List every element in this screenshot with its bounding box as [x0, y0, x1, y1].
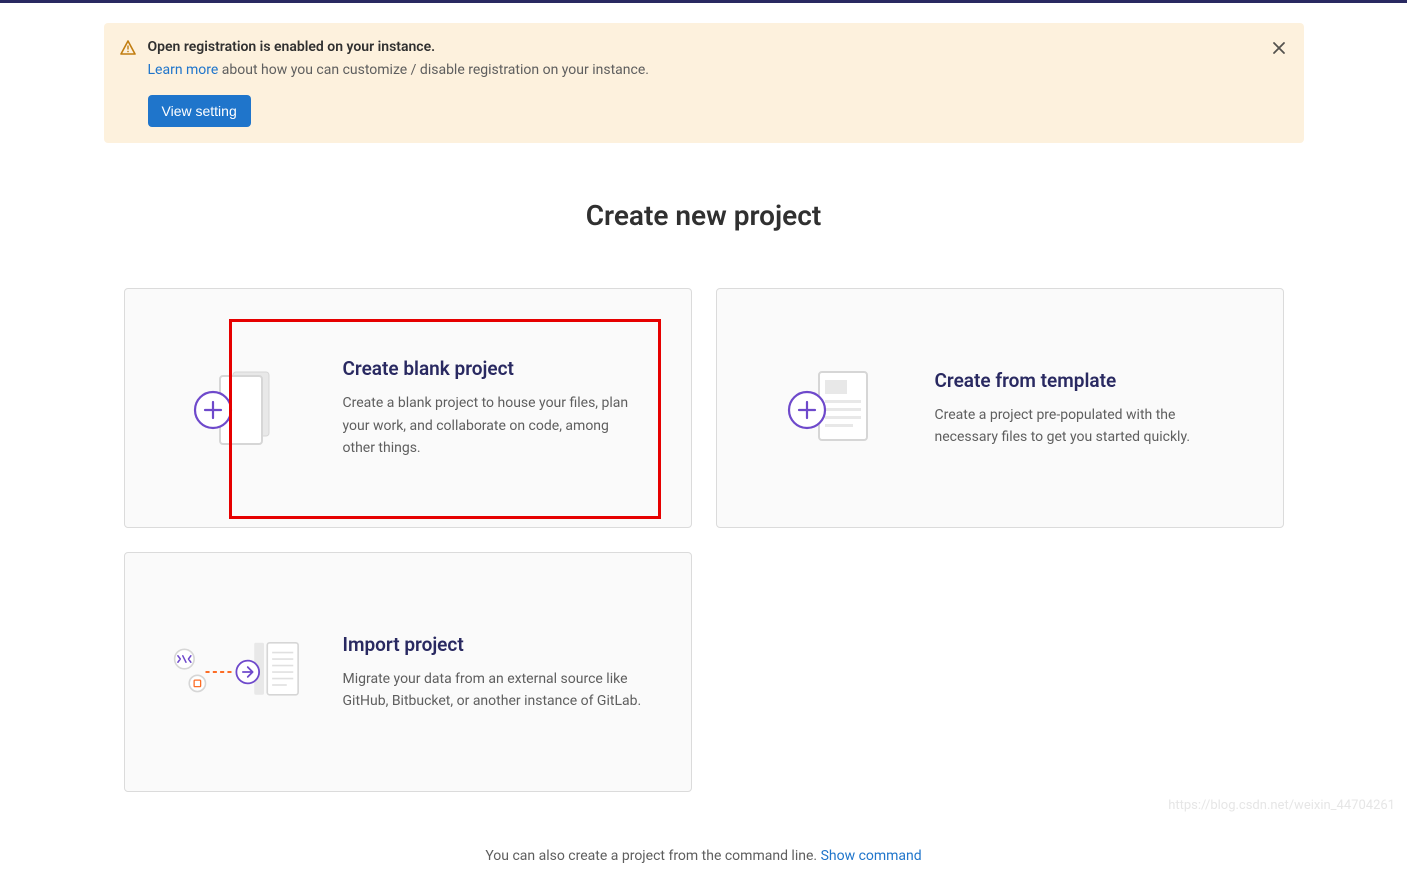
import-icon [173, 632, 303, 712]
registration-alert: Open registration is enabled on your ins… [104, 23, 1304, 143]
project-type-cards: Create blank project Create a blank proj… [124, 288, 1284, 792]
card-title: Create from template [935, 369, 1235, 392]
card-title: Import project [343, 633, 643, 656]
template-icon [765, 368, 895, 448]
alert-title: Open registration is enabled on your ins… [148, 39, 1288, 55]
close-alert-button[interactable] [1270, 39, 1288, 57]
create-blank-project-card[interactable]: Create blank project Create a blank proj… [124, 288, 692, 528]
page-title: Create new project [104, 199, 1304, 232]
blank-project-icon [173, 368, 303, 448]
footer-text: You can also create a project from the c… [104, 832, 1304, 880]
card-desc: Create a project pre-populated with the … [935, 404, 1235, 449]
card-title: Create blank project [343, 357, 643, 380]
card-desc: Migrate your data from an external sourc… [343, 668, 643, 713]
show-command-link[interactable]: Show command [821, 848, 922, 864]
warning-icon [120, 40, 136, 60]
card-desc: Create a blank project to house your fil… [343, 392, 643, 459]
alert-text: Learn more about how you can customize /… [148, 59, 1288, 81]
learn-more-link[interactable]: Learn more [148, 62, 219, 78]
create-from-template-card[interactable]: Create from template Create a project pr… [716, 288, 1284, 528]
view-setting-button[interactable]: View setting [148, 95, 251, 127]
import-project-card[interactable]: Import project Migrate your data from an… [124, 552, 692, 792]
